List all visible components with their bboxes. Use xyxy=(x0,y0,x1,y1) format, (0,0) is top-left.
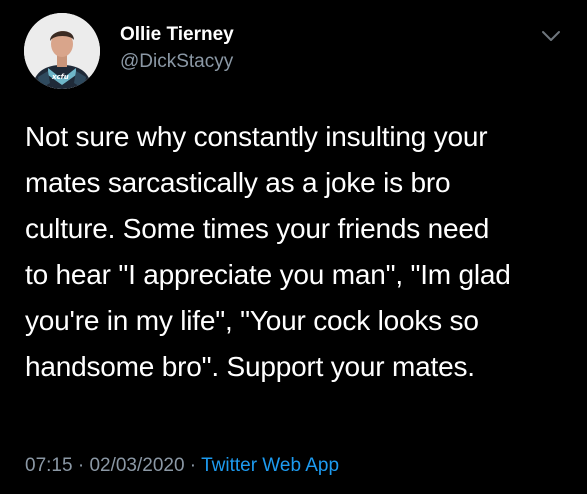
avatar[interactable]: xcfu xyxy=(24,13,100,89)
display-name[interactable]: Ollie Tierney xyxy=(120,23,234,47)
tweet-time[interactable]: 07:15 xyxy=(25,455,73,476)
tweet-card: xcfu Ollie Tierney @DickStacyy Not sure … xyxy=(0,0,587,494)
tweet-text-line: you're in my life", "Your cock looks so xyxy=(25,305,479,336)
tweet-text-line: Not sure why constantly insulting your xyxy=(25,121,488,152)
svg-text:xcfu: xcfu xyxy=(51,73,69,81)
tweet-text-line: handsome bro". Support your mates. xyxy=(25,351,475,382)
tweet-date[interactable]: 02/03/2020 xyxy=(89,455,184,476)
meta-separator: · xyxy=(72,455,90,476)
user-handle[interactable]: @DickStacyy xyxy=(120,50,234,74)
tweet-text: Not sure why constantly insulting your m… xyxy=(25,114,570,390)
tweet-source-link[interactable]: Twitter Web App xyxy=(201,455,339,476)
user-names: Ollie Tierney @DickStacyy xyxy=(120,23,234,74)
avatar-image: xcfu xyxy=(24,13,100,89)
tweet-header: xcfu Ollie Tierney @DickStacyy xyxy=(24,13,564,89)
meta-separator: · xyxy=(184,455,202,476)
tweet-text-line: culture. Some times your friends need xyxy=(25,213,490,244)
chevron-down-icon[interactable] xyxy=(538,23,564,49)
tweet-text-line: mates sarcastically as a joke is bro xyxy=(25,167,451,198)
tweet-text-line: to hear "I appreciate you man", "Im glad xyxy=(25,259,511,290)
tweet-meta: 07:15 · 02/03/2020 · Twitter Web App xyxy=(25,453,339,479)
